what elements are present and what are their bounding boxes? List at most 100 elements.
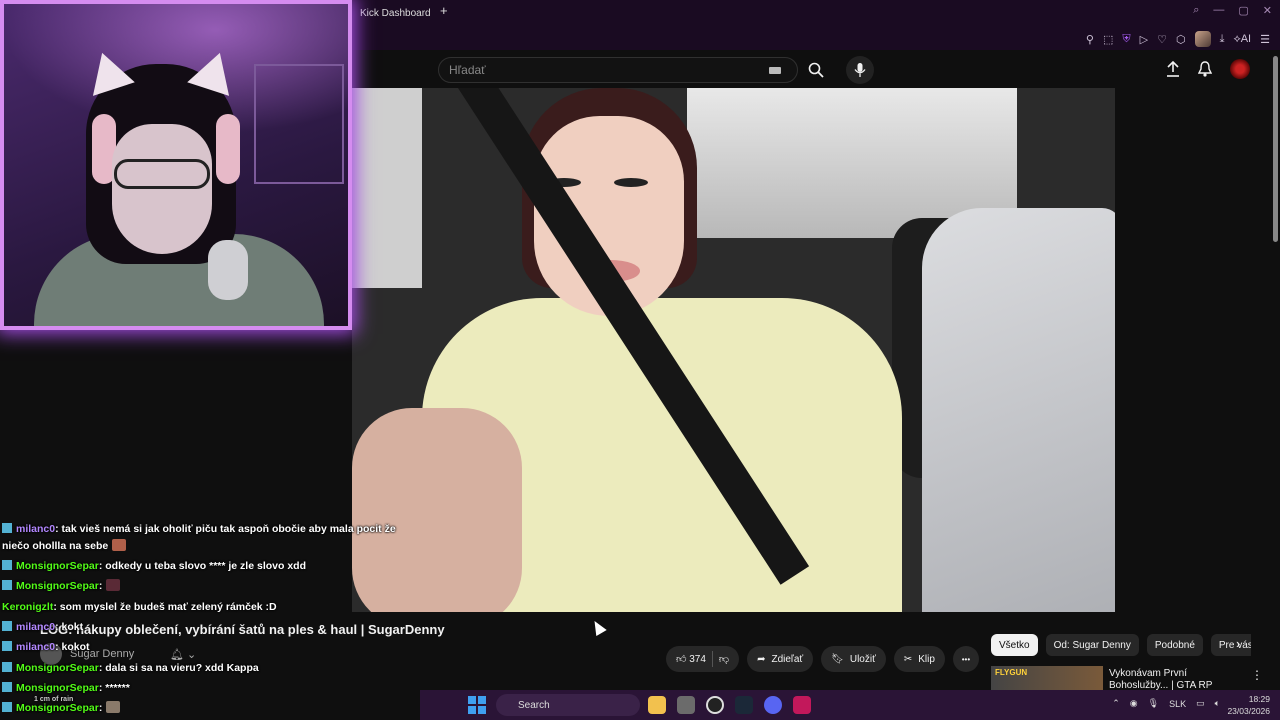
dislike-icon[interactable]: 👎︎ bbox=[719, 653, 729, 665]
chevron-up-icon[interactable]: ⌃ bbox=[1112, 698, 1120, 709]
share-button[interactable]: ➦ Zdieľať bbox=[747, 646, 814, 672]
taskbar-apps bbox=[648, 696, 811, 714]
close-icon[interactable]: ✕ bbox=[1263, 4, 1272, 17]
heart-icon[interactable]: ♡ bbox=[1157, 33, 1167, 46]
language-indicator[interactable]: SLK bbox=[1169, 699, 1186, 709]
system-tray: ⌃ ◉ 🎙︎ SLK ▭ 🔈︎ bbox=[1112, 698, 1220, 709]
more-vert-icon[interactable]: ⋮ bbox=[1251, 668, 1263, 682]
save-button[interactable]: 🔖︎ Uložiť bbox=[821, 646, 886, 672]
window-controls: ⌕ — ▢ ✕ bbox=[1193, 4, 1272, 17]
chat-message: milanc0: kokt bbox=[2, 619, 83, 635]
profile-avatar[interactable] bbox=[1194, 31, 1211, 47]
new-tab-button[interactable]: + bbox=[440, 3, 448, 18]
webcam-scene-microphone bbox=[208, 240, 248, 300]
chat-username: Keronigzlt bbox=[2, 601, 54, 613]
ai-button[interactable]: ⟡AI bbox=[1233, 33, 1251, 46]
tray-app-icon[interactable]: ◉ bbox=[1130, 698, 1138, 709]
play-icon[interactable]: ▷ bbox=[1140, 33, 1148, 46]
chat-message: milanc0: tak vieš nemá si jak oholiť pič… bbox=[2, 521, 396, 537]
chat-message: MonsignorSepar: bbox=[2, 700, 121, 716]
search-input[interactable]: Hľadať bbox=[438, 57, 798, 83]
discord-icon[interactable] bbox=[764, 696, 782, 714]
clip-label: Klip bbox=[918, 653, 935, 665]
shield-icon[interactable]: ⛨ bbox=[1122, 33, 1130, 46]
chat-message: MonsignorSepar: bbox=[2, 578, 121, 594]
subscriber-badge-icon bbox=[2, 641, 12, 651]
recommended-thumbnail[interactable]: FLYGUN bbox=[991, 666, 1103, 690]
chip-all[interactable]: Všetko bbox=[991, 634, 1038, 656]
search-icon bbox=[808, 62, 824, 78]
recommended-video[interactable]: FLYGUN Vykonávam První Bohoslužby... | G… bbox=[991, 666, 1271, 692]
video-scene-eye bbox=[614, 178, 648, 187]
chat-text: : odkedy u teba slovo **** je zle slovo … bbox=[98, 560, 306, 572]
chat-text: : bbox=[98, 702, 103, 714]
search-button[interactable] bbox=[798, 57, 834, 83]
mic-tray-icon[interactable]: 🎙︎ bbox=[1148, 698, 1159, 709]
chip-similar[interactable]: Podobné bbox=[1146, 634, 1203, 656]
file-explorer-icon[interactable] bbox=[648, 696, 666, 714]
taskbar-clock[interactable]: 18:29 23/03/2026 bbox=[1227, 693, 1270, 717]
upload-icon[interactable] bbox=[1166, 61, 1180, 77]
minimize-icon[interactable]: — bbox=[1213, 4, 1224, 17]
menu-icon[interactable]: ☰ bbox=[1260, 33, 1270, 46]
share-label: Zdieľať bbox=[771, 653, 804, 665]
windows-start-icon[interactable] bbox=[468, 696, 486, 714]
maximize-icon[interactable]: ▢ bbox=[1238, 4, 1248, 17]
download-icon[interactable]: ⤓ bbox=[1220, 33, 1225, 46]
chat-username: MonsignorSepar bbox=[16, 702, 99, 714]
chat-text: : tak vieš nemá si jak oholiť piču tak a… bbox=[55, 523, 396, 535]
chat-text: : ****** bbox=[98, 682, 130, 694]
pin-icon[interactable]: ⚲ bbox=[1086, 33, 1094, 46]
chat-username: MonsignorSepar bbox=[16, 560, 99, 572]
display-icon[interactable]: ▭ bbox=[1196, 698, 1205, 709]
chip-from-channel[interactable]: Od: Sugar Denny bbox=[1045, 634, 1139, 656]
clock-date: 23/03/2026 bbox=[1227, 706, 1270, 716]
more-actions-button[interactable]: ••• bbox=[952, 646, 979, 672]
search-tabs-icon[interactable]: ⌕ bbox=[1193, 4, 1199, 17]
volume-icon[interactable]: 🔈︎ bbox=[1215, 698, 1220, 709]
voice-search-button[interactable] bbox=[846, 56, 874, 84]
thumbnail-text: FLYGUN bbox=[995, 668, 1028, 677]
chat-text: : som myslel že budeš mať zelený rámček … bbox=[53, 601, 277, 613]
video-scene-passenger bbox=[922, 208, 1115, 612]
browser-icon[interactable] bbox=[793, 696, 811, 714]
clip-button[interactable]: ✂ Klip bbox=[893, 646, 945, 672]
obs-icon[interactable] bbox=[706, 696, 724, 714]
chat-text: : kokot bbox=[55, 641, 90, 653]
recommendation-chips: Všetko Od: Sugar Denny Podobné Pre vás bbox=[991, 634, 1251, 656]
keyboard-icon[interactable] bbox=[769, 67, 781, 74]
save-label: Uložiť bbox=[849, 653, 876, 665]
emote-icon bbox=[106, 579, 121, 591]
recommended-title[interactable]: Vykonávam První Bohoslužby... | GTA RP bbox=[1109, 668, 1249, 692]
webcam-overlay bbox=[0, 0, 352, 330]
scissors-icon: ✂ bbox=[903, 653, 913, 665]
webcam-scene-glasses bbox=[114, 159, 210, 189]
search-placeholder: Hľadať bbox=[449, 63, 486, 77]
chat-message: Keronigzlt: som myslel že budeš mať zele… bbox=[2, 599, 277, 615]
share-icon: ➦ bbox=[757, 653, 766, 665]
chevron-right-icon[interactable]: › bbox=[1236, 636, 1240, 651]
chip-for-you[interactable]: Pre vás bbox=[1210, 634, 1251, 656]
taskbar-search[interactable]: Search bbox=[496, 694, 640, 716]
account-avatar[interactable] bbox=[1230, 59, 1250, 79]
store-icon[interactable] bbox=[677, 696, 695, 714]
extensions-icon[interactable]: ⬡ bbox=[1176, 33, 1186, 46]
chat-text: : dala si sa na vieru? xdd Kappa bbox=[98, 662, 259, 674]
steam-icon[interactable] bbox=[735, 696, 753, 714]
chat-text: niečo ohollla na sebe bbox=[2, 540, 109, 552]
screenshot-icon[interactable]: ⬚ bbox=[1103, 33, 1113, 46]
video-player[interactable] bbox=[352, 88, 1115, 612]
video-actions: 👍︎ 374 👎︎ ➦ Zdieľať 🔖︎ Uložiť ✂ Klip ••• bbox=[666, 646, 979, 672]
chat-username: MonsignorSepar bbox=[16, 662, 99, 674]
tab-kick-dashboard[interactable]: Kick Dashboard bbox=[360, 0, 431, 26]
browser-toolbar: ⚲ ⬚ ⛨ ▷ ♡ ⬡ ⤓ ⟡AI ☰ bbox=[352, 26, 1280, 50]
chat-text: : kokt bbox=[55, 621, 84, 633]
notifications-bell-icon[interactable] bbox=[1198, 61, 1212, 77]
youtube-header: Hľadať bbox=[352, 50, 1280, 88]
chat-message: niečo ohollla na sebe bbox=[2, 538, 127, 554]
chat-username: MonsignorSepar bbox=[16, 580, 99, 592]
like-button[interactable]: 👍︎ 374 bbox=[676, 653, 706, 665]
chat-message: MonsignorSepar: odkedy u teba slovo ****… bbox=[2, 558, 306, 574]
chat-username: milanc0 bbox=[16, 641, 56, 653]
page-scrollbar[interactable] bbox=[1273, 56, 1278, 242]
